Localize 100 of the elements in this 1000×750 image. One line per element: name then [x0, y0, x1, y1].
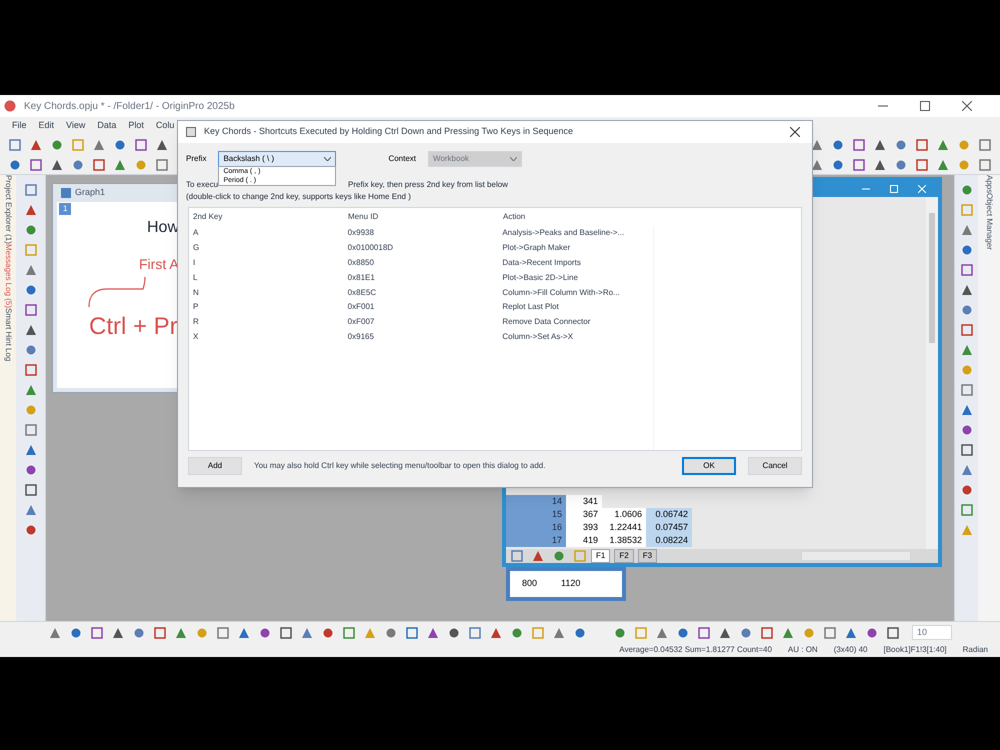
toolbar-icon[interactable] — [960, 463, 974, 477]
add-button[interactable]: Add — [188, 457, 242, 475]
toolbar-icon[interactable] — [113, 138, 127, 152]
toolbar-icon[interactable] — [24, 383, 38, 397]
toolbar-icon[interactable] — [90, 626, 104, 640]
toolbar-icon[interactable] — [50, 138, 64, 152]
toolbar-icon[interactable] — [894, 158, 908, 172]
toolbar-icon[interactable] — [960, 263, 974, 277]
list-row[interactable]: L 0x81E1 Plot->Basic 2D->Line — [189, 270, 653, 286]
toolbar-icon[interactable] — [384, 626, 398, 640]
toolbar-icon[interactable] — [697, 626, 711, 640]
toolbar-icon[interactable] — [48, 626, 62, 640]
sheet-tab[interactable]: F1 — [591, 549, 610, 563]
toolbar-icon[interactable] — [831, 138, 845, 152]
toolbar-icon[interactable] — [24, 203, 38, 217]
list-row[interactable]: I 0x8850 Data->Recent Imports — [189, 256, 653, 270]
menu-item[interactable]: Edit — [38, 119, 54, 133]
toolbar-icon[interactable] — [844, 626, 858, 640]
list-row[interactable]: R 0xF007 Remove Data Connector — [189, 314, 653, 330]
toolbar-icon[interactable] — [92, 138, 106, 152]
toolbar-icon[interactable] — [510, 626, 524, 640]
toolbar-icon[interactable] — [552, 549, 566, 563]
horizontal-scrollbar[interactable] — [801, 551, 912, 561]
list-row[interactable]: X 0x9165 Column->Set As->X — [189, 330, 653, 344]
menu-item[interactable]: View — [66, 119, 86, 133]
cancel-button[interactable]: Cancel — [748, 457, 802, 475]
column-header[interactable]: 2nd Key — [189, 211, 344, 223]
toolbar-icon[interactable] — [24, 283, 38, 297]
toolbar-icon[interactable] — [24, 363, 38, 377]
toolbar-icon[interactable] — [24, 323, 38, 337]
toolbar-icon[interactable] — [24, 223, 38, 237]
toolbar-icon[interactable] — [132, 626, 146, 640]
panel-tab[interactable]: Apps — [981, 175, 997, 194]
toolbar-icon[interactable] — [155, 158, 169, 172]
toolbar-icon[interactable] — [873, 138, 887, 152]
toolbar-icon[interactable] — [960, 403, 974, 417]
toolbar-icon[interactable] — [24, 523, 38, 537]
toolbar-icon[interactable] — [865, 626, 879, 640]
toolbar-icon[interactable] — [24, 343, 38, 357]
toolbar-icon[interactable] — [936, 158, 950, 172]
toolbar-icon[interactable] — [71, 158, 85, 172]
toolbar-icon[interactable] — [258, 626, 272, 640]
list-row[interactable]: P 0xF001 Replot Last Plot — [189, 300, 653, 315]
toolbar-icon[interactable] — [739, 626, 753, 640]
toolbar-icon[interactable] — [24, 443, 38, 457]
toolbar-icon[interactable] — [831, 158, 845, 172]
toolbar-icon[interactable] — [552, 626, 566, 640]
toolbar-icon[interactable] — [960, 343, 974, 357]
toolbar-icon[interactable] — [279, 626, 293, 640]
sheet-tab[interactable]: F3 — [638, 549, 658, 563]
prefix-dropdown[interactable]: Backslash ( \ ) — [218, 151, 336, 167]
vertical-scrollbar[interactable] — [926, 197, 938, 549]
toolbar-icon[interactable] — [69, 626, 83, 640]
menu-item[interactable]: Plot — [128, 119, 144, 133]
toolbar-icon[interactable] — [960, 243, 974, 257]
column-header[interactable]: Action — [499, 211, 654, 223]
toolbar-icon[interactable] — [978, 138, 992, 152]
toolbar-icon[interactable] — [915, 138, 929, 152]
toolbar-icon[interactable] — [573, 626, 587, 640]
toolbar-icon[interactable] — [24, 303, 38, 317]
toolbar-icon[interactable] — [321, 626, 335, 640]
toolbar-icon[interactable] — [676, 626, 690, 640]
toolbar-icon[interactable] — [823, 626, 837, 640]
row-header[interactable]: 16 — [506, 521, 566, 534]
toolbar-icon[interactable] — [153, 626, 167, 640]
panel-tab[interactable]: Object Manager — [981, 193, 997, 250]
toolbar-icon[interactable] — [852, 158, 866, 172]
toolbar-icon[interactable] — [613, 626, 627, 640]
row-header[interactable]: 17 — [506, 534, 566, 547]
column-header[interactable]: Menu ID — [344, 211, 499, 223]
toolbar-icon[interactable] — [24, 503, 38, 517]
list-row[interactable]: A 0x9938 Analysis->Peaks and Baseline->... — [189, 226, 653, 241]
list-row[interactable]: N 0x8E5C Column->Fill Column With->Ro... — [189, 285, 653, 300]
toolbar-icon[interactable] — [810, 158, 824, 172]
sheet-tab[interactable]: F2 — [614, 549, 634, 563]
panel-tab[interactable]: Project Explorer (1) — [0, 175, 16, 244]
row-header[interactable]: 15 — [506, 508, 566, 521]
toolbar-icon[interactable] — [960, 323, 974, 337]
toolbar-icon[interactable] — [8, 158, 22, 172]
toolbar-icon[interactable] — [960, 383, 974, 397]
toolbar-icon[interactable] — [447, 626, 461, 640]
toolbar-icon[interactable] — [960, 483, 974, 497]
panel-tab[interactable]: Messages Log (5) — [0, 244, 16, 308]
toolbar-icon[interactable] — [24, 263, 38, 277]
toolbar-icon[interactable] — [978, 158, 992, 172]
toolbar-icon[interactable] — [852, 138, 866, 152]
close-icon[interactable] — [790, 127, 800, 137]
toolbar-icon[interactable] — [781, 626, 795, 640]
list-row[interactable]: G 0x0100018D Plot->Graph Maker — [189, 240, 653, 256]
toolbar-icon[interactable] — [468, 626, 482, 640]
toolbar-icon[interactable] — [113, 158, 127, 172]
toolbar-icon[interactable] — [426, 626, 440, 640]
toolbar-icon[interactable] — [915, 158, 929, 172]
toolbar-icon[interactable] — [24, 423, 38, 437]
menu-item[interactable]: File — [12, 119, 27, 133]
toolbar-icon[interactable] — [960, 183, 974, 197]
toolbar-icon[interactable] — [760, 626, 774, 640]
toolbar-icon[interactable] — [960, 303, 974, 317]
toolbar-icon[interactable] — [960, 283, 974, 297]
toolbar-icon[interactable] — [174, 626, 188, 640]
